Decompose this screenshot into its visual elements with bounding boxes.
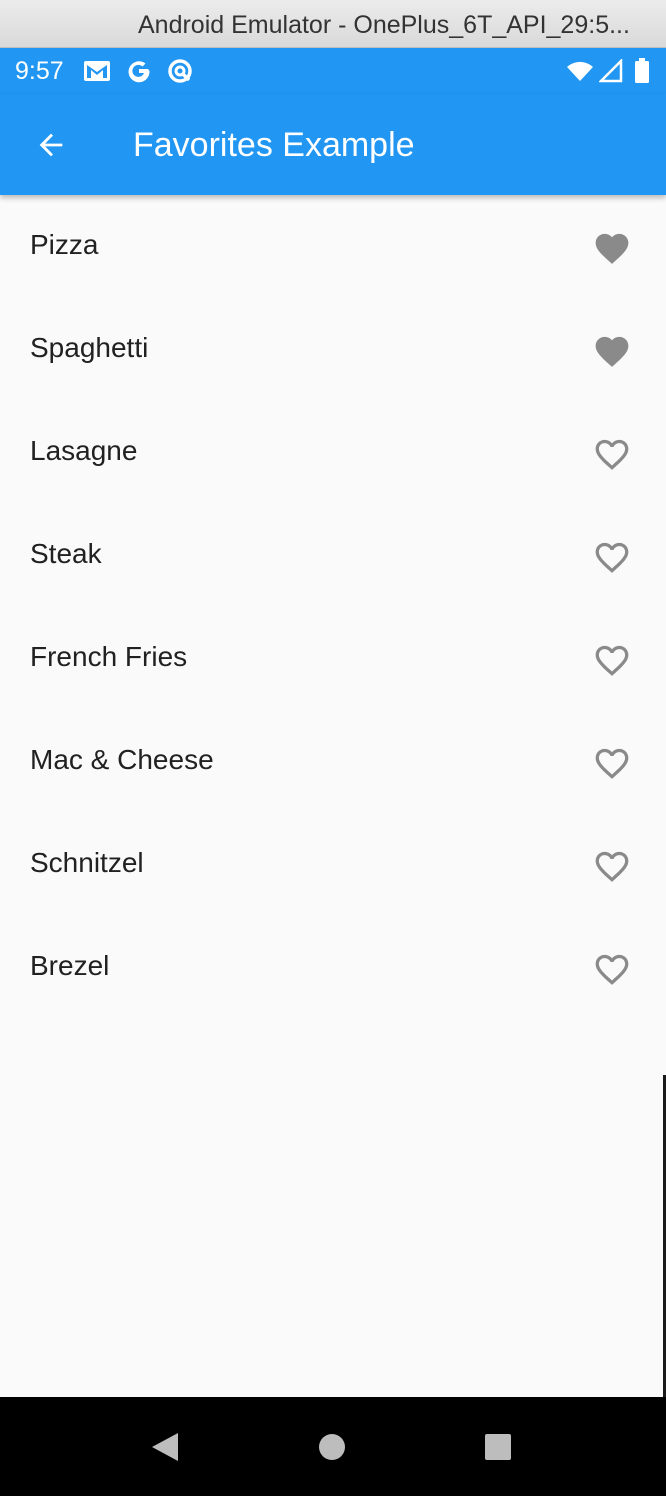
list-item[interactable]: Pizza: [0, 195, 666, 298]
window-title: Android Emulator - OnePlus_6T_API_29:5..…: [138, 11, 630, 39]
list-item[interactable]: Steak: [0, 504, 666, 607]
signal-icon: [597, 58, 625, 84]
window-titlebar[interactable]: Android Emulator - OnePlus_6T_API_29:5..…: [0, 0, 666, 48]
list-item[interactable]: Schnitzel: [0, 813, 666, 916]
favorites-list: Pizza Spaghetti Lasagne Steak French Fries Ma…: [0, 195, 666, 1019]
page-title: Favorites Example: [133, 126, 415, 164]
arrow-back-icon[interactable]: [26, 120, 76, 170]
item-label: Spaghetti: [30, 332, 149, 363]
wifi-icon: [566, 58, 594, 84]
app-bar: Favorites Example: [0, 94, 666, 195]
home-circle-icon[interactable]: [307, 1422, 357, 1472]
favorite-outline-heart-icon[interactable]: [588, 635, 636, 683]
gmail-icon: [83, 58, 111, 84]
list-item[interactable]: French Fries: [0, 607, 666, 710]
recents-square-icon[interactable]: [473, 1422, 523, 1472]
list-item[interactable]: Lasagne: [0, 401, 666, 504]
favorite-filled-heart-icon[interactable]: [588, 223, 636, 271]
item-label: Schnitzel: [30, 847, 144, 878]
list-item[interactable]: Brezel: [0, 916, 666, 1019]
list-item[interactable]: Spaghetti: [0, 298, 666, 401]
item-label: Lasagne: [30, 435, 138, 466]
google-icon: [125, 58, 153, 84]
item-label: Steak: [30, 538, 102, 569]
item-label: French Fries: [30, 641, 188, 672]
list-item[interactable]: Mac & Cheese: [0, 710, 666, 813]
item-label: Pizza: [30, 229, 99, 260]
status-time: 9:57: [15, 57, 64, 85]
favorite-outline-heart-icon[interactable]: [588, 738, 636, 786]
navigation-bar: [0, 1397, 666, 1496]
battery-icon: [628, 58, 656, 84]
favorite-filled-heart-icon[interactable]: [588, 326, 636, 374]
favorite-outline-heart-icon[interactable]: [588, 532, 636, 580]
status-bar: 9:57: [0, 48, 666, 94]
favorite-outline-heart-icon[interactable]: [588, 944, 636, 992]
sync-icon: [166, 58, 194, 84]
item-label: Mac & Cheese: [30, 744, 214, 775]
favorite-outline-heart-icon[interactable]: [588, 841, 636, 889]
item-label: Brezel: [30, 950, 110, 981]
back-triangle-icon[interactable]: [140, 1422, 190, 1472]
emulator-window: Android Emulator - OnePlus_6T_API_29:5..…: [0, 0, 666, 1496]
favorite-outline-heart-icon[interactable]: [588, 429, 636, 477]
